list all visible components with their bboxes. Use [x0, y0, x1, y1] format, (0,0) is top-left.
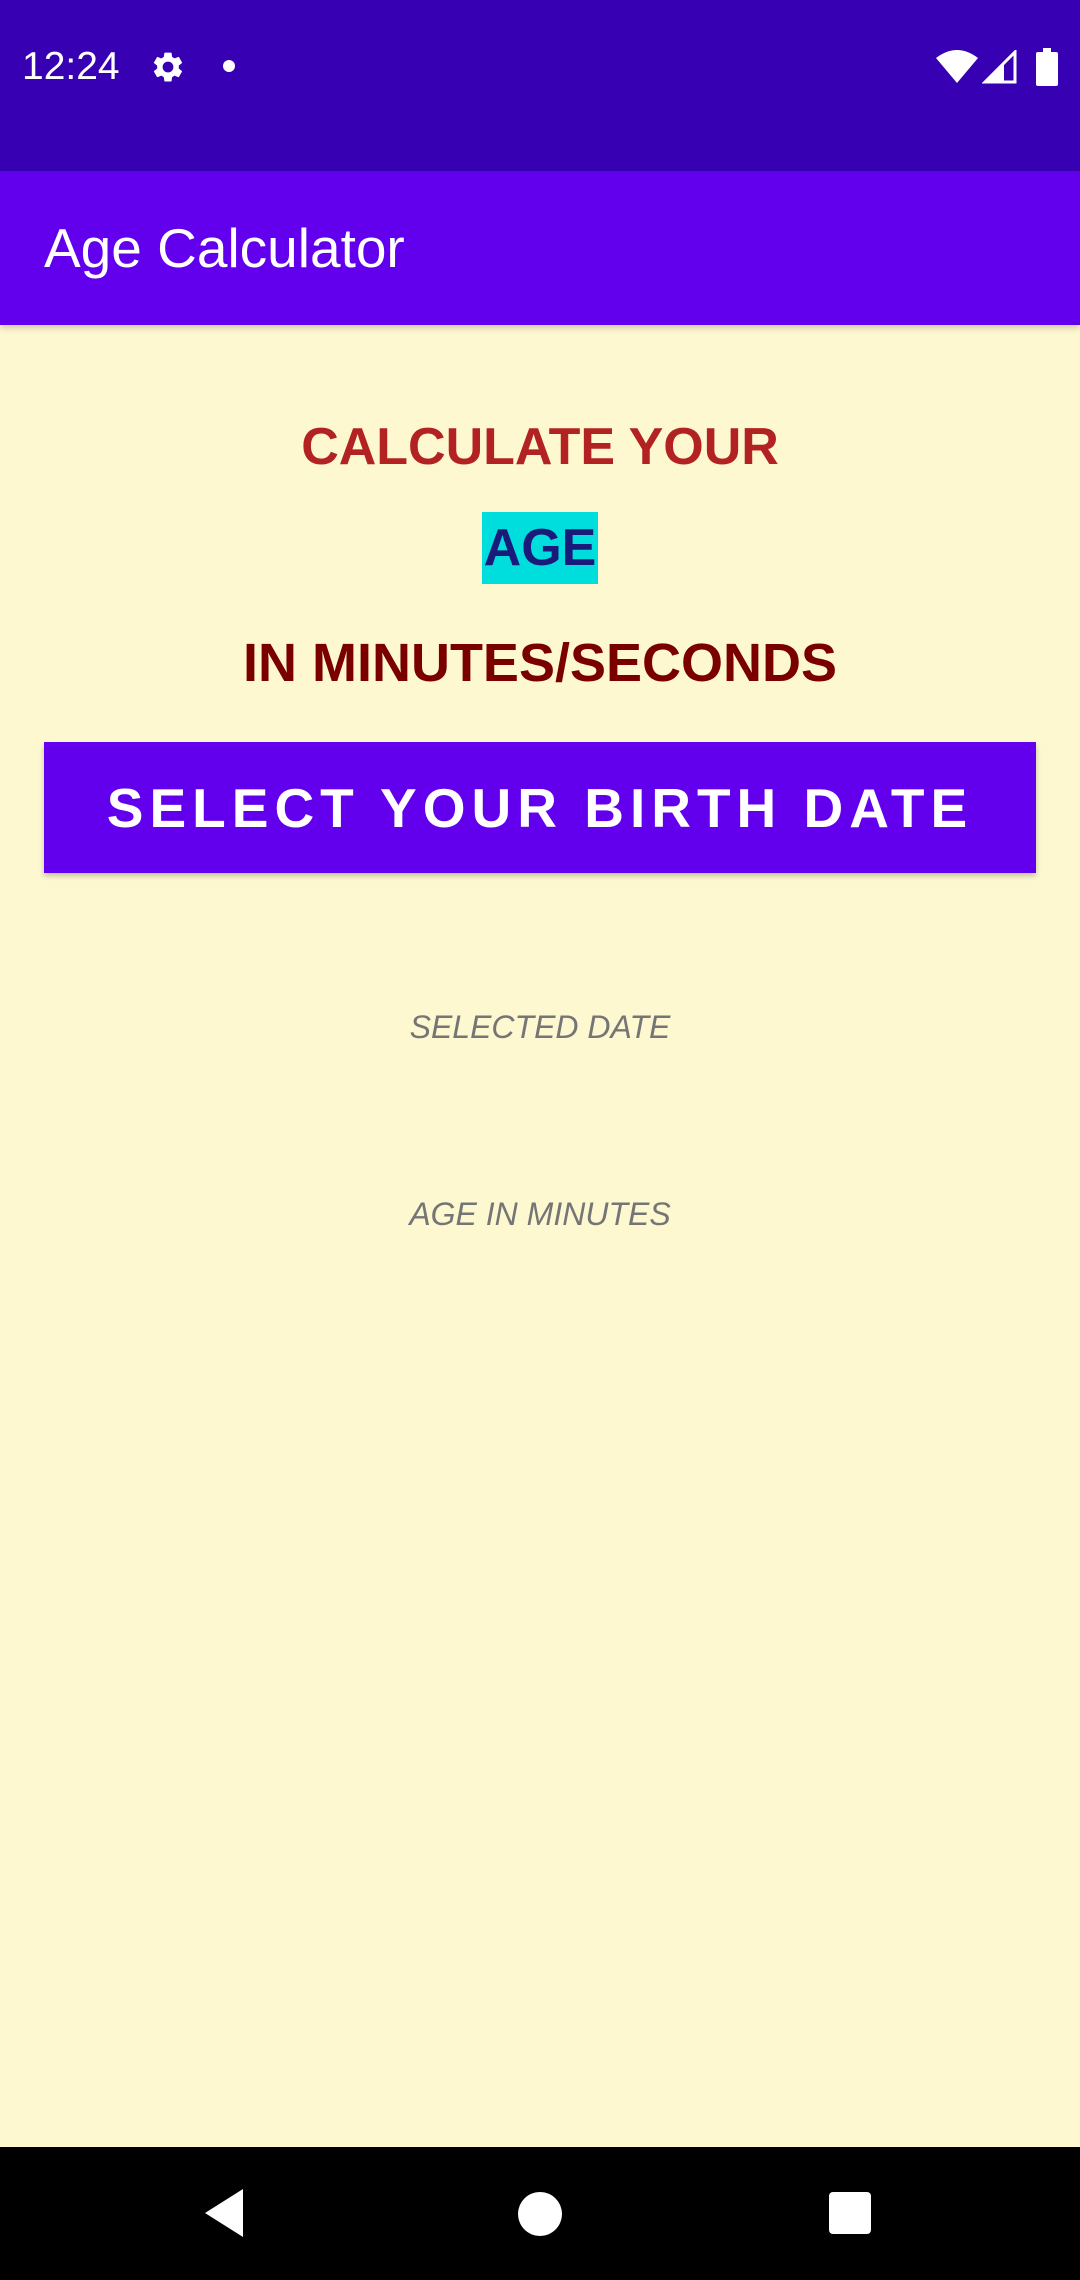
age-in-minutes-label: AGE IN MINUTES — [409, 1196, 671, 1232]
select-birth-date-button[interactable]: SELECT YOUR BIRTH DATE — [44, 742, 1036, 873]
home-icon[interactable] — [518, 2192, 562, 2236]
gear-icon — [153, 52, 183, 82]
navigation-bar — [0, 2147, 1080, 2280]
cell-signal-icon — [982, 50, 1017, 84]
main-content: CALCULATE YOUR AGE IN MINUTES/SECONDS SE… — [0, 325, 1080, 2147]
wifi-icon — [936, 50, 978, 83]
heading-in-minutes-seconds: IN MINUTES/SECONDS — [242, 633, 838, 693]
back-icon[interactable] — [203, 2187, 247, 2239]
status-time: 12:24 — [22, 45, 120, 88]
app-title: Age Calculator — [44, 217, 405, 279]
recents-icon[interactable] — [829, 2192, 871, 2234]
heading-age-row: AGE — [0, 512, 1080, 584]
app-bar: Age Calculator — [0, 171, 1080, 325]
heading-age-highlight: AGE — [481, 512, 599, 584]
heading-calculate-your: CALCULATE YOUR — [301, 418, 779, 476]
battery-icon — [1036, 48, 1058, 86]
notification-dot-icon — [223, 60, 235, 72]
selected-date-label: SELECTED DATE — [409, 1009, 671, 1045]
status-bar: 12:24 — [0, 0, 1080, 171]
